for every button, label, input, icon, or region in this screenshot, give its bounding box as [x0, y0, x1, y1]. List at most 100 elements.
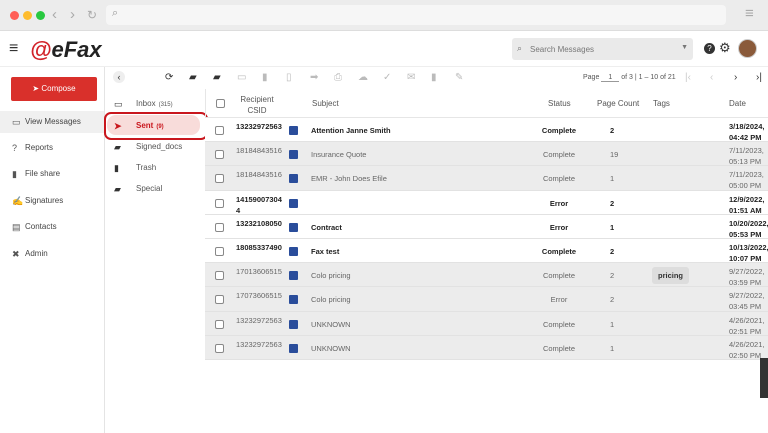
sidebar-item-file-share[interactable]: ▮File share	[0, 163, 104, 185]
bookmark-icon[interactable]: ▮	[262, 72, 268, 83]
row-checkbox[interactable]	[215, 174, 224, 183]
chevron-down-icon[interactable]: ▼	[681, 44, 688, 51]
row-checkbox[interactable]	[215, 126, 224, 135]
row-checkbox[interactable]	[215, 199, 224, 208]
page-count: 1	[610, 174, 614, 183]
hamburger-menu-icon[interactable]: ≡	[9, 40, 18, 58]
inbox-icon: ▭	[12, 111, 21, 133]
row-checkbox[interactable]	[215, 150, 224, 159]
fax-image-icon[interactable]	[289, 344, 298, 353]
table-row[interactable]: 13232972563Attention Janne SmithComplete…	[205, 118, 768, 142]
fax-image-icon[interactable]	[289, 174, 298, 183]
avatar[interactable]	[738, 39, 757, 58]
subject[interactable]: Colo pricing	[311, 271, 351, 280]
folder-signed_docs[interactable]: ▰Signed_docs	[105, 137, 205, 157]
table-row[interactable]: 141590073044Error212/9/2022, 01:51 AM	[205, 191, 768, 215]
subject[interactable]: UNKNOWN	[311, 320, 351, 329]
header-csid[interactable]: Recipient CSID	[237, 94, 277, 116]
table-row[interactable]: 18184843516Insurance QuoteComplete197/11…	[205, 142, 768, 166]
subject[interactable]: Fax test	[311, 247, 339, 256]
mail-icon[interactable]: ✉	[407, 72, 415, 83]
sidebar-item-contacts[interactable]: ▤Contacts	[0, 216, 104, 238]
row-checkbox[interactable]	[215, 271, 224, 280]
collapse-folders-button[interactable]: ‹	[113, 71, 125, 83]
address-bar[interactable]: ⌕	[106, 5, 726, 25]
header-subject[interactable]: Subject	[312, 99, 339, 108]
print-icon[interactable]: ⎙	[334, 72, 342, 83]
close-window-button[interactable]	[10, 11, 19, 20]
check-icon[interactable]: ✓	[383, 72, 391, 83]
sent-annotation-outline	[104, 112, 208, 140]
subject[interactable]: Contract	[311, 223, 342, 232]
subject[interactable]: Attention Janne Smith	[311, 126, 391, 135]
menu-icon[interactable]: ≡	[745, 5, 754, 22]
download-icon[interactable]: ☁	[358, 72, 368, 83]
subject[interactable]: Insurance Quote	[311, 150, 366, 159]
page-input[interactable]: 1	[601, 74, 619, 82]
sidebar-item-signatures[interactable]: ✍Signatures	[0, 190, 104, 212]
header-tags[interactable]: Tags	[653, 99, 670, 108]
subject[interactable]: UNKNOWN	[311, 344, 351, 353]
row-checkbox[interactable]	[215, 223, 224, 232]
subject[interactable]: Colo pricing	[311, 295, 351, 304]
tools-icon: ✖	[12, 243, 20, 265]
back-icon[interactable]: ‹	[52, 6, 57, 23]
trash-icon[interactable]: ▮	[431, 72, 437, 83]
sidebar-item-label: File share	[25, 169, 60, 178]
maximize-window-button[interactable]	[36, 11, 45, 20]
fax-image-icon[interactable]	[289, 271, 298, 280]
table-row[interactable]: 17073606515Colo pricingError29/27/2022, …	[205, 287, 768, 311]
table-row[interactable]: 17013606515Colo pricingComplete2pricing9…	[205, 263, 768, 287]
minimize-window-button[interactable]	[23, 11, 32, 20]
select-all-checkbox[interactable]	[216, 99, 225, 108]
table-row[interactable]: 13232972563UNKNOWNComplete14/26/2021, 02…	[205, 336, 768, 360]
fax-image-icon[interactable]	[289, 150, 298, 159]
fax-image-icon[interactable]	[289, 247, 298, 256]
folder-inbox[interactable]: ▭Inbox(315)	[105, 94, 205, 114]
edit-icon[interactable]: ✎	[455, 72, 463, 83]
add-to-folder-icon[interactable]: ▭	[237, 72, 246, 83]
fax-image-icon[interactable]	[289, 223, 298, 232]
sidebar-item-view-messages[interactable]: ▭View Messages	[0, 111, 104, 133]
fax-image-icon[interactable]	[289, 199, 298, 208]
subject[interactable]: EMR - John Does Efile	[311, 174, 387, 183]
fax-image-icon[interactable]	[289, 320, 298, 329]
next-page-icon[interactable]: ›	[734, 72, 737, 83]
table-row[interactable]: 13232972563UNKNOWNComplete14/26/2021, 02…	[205, 312, 768, 336]
tag-badge[interactable]: pricing	[652, 267, 689, 284]
search-messages-input[interactable]: ⌕Search Messages▼	[512, 38, 693, 60]
page-range: 1 – 10 of 21	[639, 74, 676, 81]
sidebar-item-admin[interactable]: ✖Admin	[0, 243, 104, 265]
prev-page-icon[interactable]: ‹	[710, 72, 713, 83]
first-page-icon[interactable]: |‹	[685, 72, 691, 83]
page-count: 2	[610, 126, 614, 135]
header-page-count[interactable]: Page Count	[597, 99, 639, 108]
fax-image-icon[interactable]	[289, 295, 298, 304]
header-status[interactable]: Status	[548, 99, 571, 108]
bookmark-outline-icon[interactable]: ▯	[286, 72, 292, 83]
feedback-tab[interactable]	[760, 358, 768, 398]
gear-icon[interactable]: ⚙	[719, 40, 731, 56]
forward-icon[interactable]: ➡	[310, 72, 318, 83]
move-folder-icon[interactable]: ▰	[213, 72, 221, 83]
row-checkbox[interactable]	[215, 320, 224, 329]
forward-icon[interactable]: ›	[70, 6, 75, 23]
row-checkbox[interactable]	[215, 344, 224, 353]
refresh-icon[interactable]: ⟳	[165, 72, 173, 83]
folder-trash[interactable]: ▮Trash	[105, 158, 205, 178]
row-checkbox[interactable]	[215, 247, 224, 256]
compose-button[interactable]: ➤ Compose	[11, 77, 97, 101]
help-icon[interactable]: ?	[704, 43, 715, 54]
new-folder-icon[interactable]: ▰	[189, 72, 197, 83]
reload-icon[interactable]: ↻	[87, 8, 97, 22]
table-row[interactable]: 18085337490Fax testComplete210/13/2022, …	[205, 239, 768, 263]
folder-special[interactable]: ▰Special	[105, 179, 205, 199]
last-page-icon[interactable]: ›|	[756, 72, 762, 83]
fax-image-icon[interactable]	[289, 126, 298, 135]
table-row[interactable]: 13232108050ContractError110/20/2022, 05:…	[205, 215, 768, 239]
efax-logo[interactable]: @eFax	[30, 37, 102, 63]
row-checkbox[interactable]	[215, 295, 224, 304]
sidebar-item-reports[interactable]: ?Reports	[0, 137, 104, 159]
table-row[interactable]: 18184843516EMR - John Does EfileComplete…	[205, 166, 768, 190]
header-date[interactable]: Date	[729, 99, 746, 108]
